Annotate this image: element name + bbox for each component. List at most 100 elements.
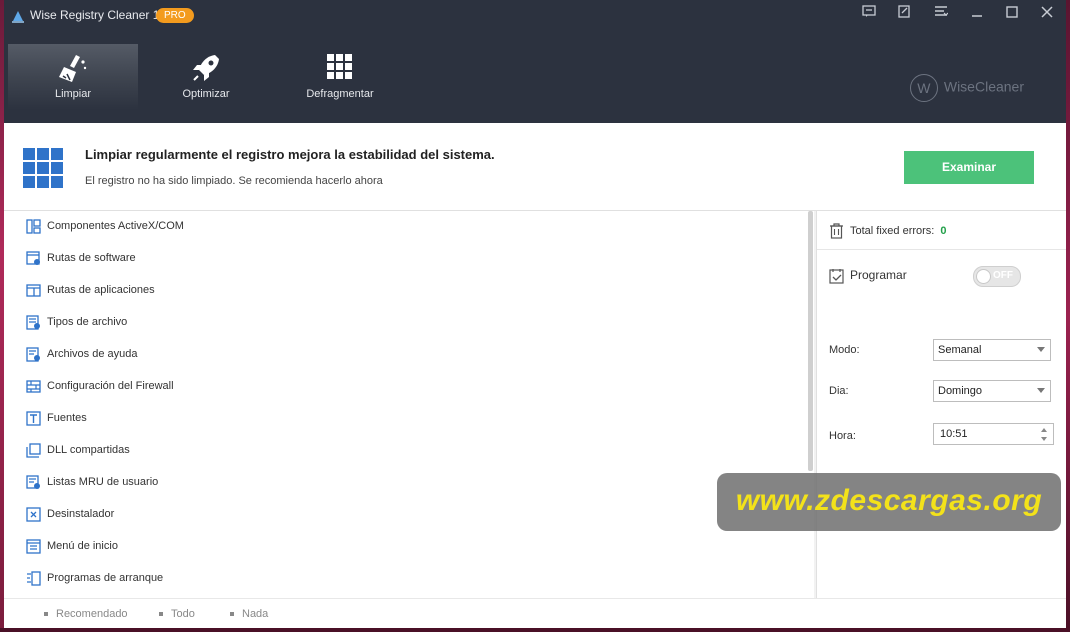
fixed-errors-row: Total fixed errors: 0 [829, 223, 947, 239]
wisecleaner-brand: W WiseCleaner [909, 74, 1024, 102]
title-bar[interactable]: Wise Registry Cleaner 11 PRO [4, 0, 1066, 30]
tab-defragmentar-label: Defragmentar [306, 88, 374, 100]
banner-title: Limpiar regularmente el registro mejora … [85, 147, 495, 162]
category-label: Rutas de aplicaciones [47, 284, 155, 296]
time-stepper[interactable]: 10:51 [933, 423, 1054, 445]
tab-optimizar[interactable]: Optimizar [141, 44, 271, 110]
scan-button[interactable]: Examinar [904, 151, 1034, 184]
time-label: Hora: [829, 430, 856, 442]
dll-icon [26, 443, 41, 458]
schedule-toggle[interactable]: OFF [973, 266, 1021, 287]
bullet-icon [44, 612, 48, 617]
mru-icon [26, 475, 40, 489]
select-recommended[interactable]: Recomendado [44, 608, 128, 620]
feedback-icon[interactable] [856, 4, 882, 24]
brand-name: WiseCleaner [943, 78, 1024, 95]
category-label: DLL compartidas [47, 444, 130, 456]
category-item[interactable]: DLL compartidas [4, 435, 794, 467]
schedule-row: Programar [829, 268, 907, 284]
category-label: Archivos de ayuda [47, 348, 138, 360]
schedule-check-icon [829, 269, 844, 284]
file-type-icon [26, 315, 40, 330]
mode-value: Semanal [938, 344, 982, 356]
minimize-icon[interactable] [964, 4, 990, 24]
spin-up-icon[interactable] [1041, 428, 1047, 432]
toggle-state: OFF [993, 270, 1013, 281]
category-item[interactable]: Archivos de ayuda [4, 339, 794, 371]
menu-icon[interactable] [928, 4, 954, 24]
app-path-icon [26, 284, 41, 297]
header: Wise Registry Cleaner 11 PRO Limpiar Opt… [4, 0, 1066, 123]
spin-down-icon[interactable] [1041, 437, 1047, 441]
bullet-icon [230, 612, 234, 617]
app-title: Wise Registry Cleaner 11 [30, 8, 166, 22]
selection-footer: Recomendado Todo Nada [4, 598, 1066, 629]
registry-grid-icon [23, 148, 63, 188]
tab-limpiar-label: Limpiar [54, 88, 92, 100]
startup-icon [27, 571, 41, 586]
time-value: 10:51 [940, 428, 968, 440]
software-path-icon [26, 251, 40, 265]
category-label: Fuentes [47, 412, 87, 424]
bullet-icon [159, 612, 163, 617]
mode-select[interactable]: Semanal [933, 339, 1051, 361]
category-label: Componentes ActiveX/COM [47, 220, 184, 232]
tab-optimizar-label: Optimizar [182, 88, 230, 100]
category-list: Componentes ActiveX/COM Rutas de softwar… [4, 211, 814, 598]
start-menu-icon [26, 539, 41, 554]
scrollbar[interactable] [808, 211, 813, 471]
mode-label: Modo: [829, 344, 860, 356]
status-banner: Limpiar regularmente el registro mejora … [4, 123, 1066, 211]
uninstaller-icon [26, 507, 41, 522]
category-item[interactable]: Componentes ActiveX/COM [4, 211, 794, 243]
category-label: Menú de inicio [47, 540, 118, 552]
category-item[interactable]: Tipos de archivo [4, 307, 794, 339]
separator [817, 249, 1066, 250]
category-item[interactable]: Listas MRU de usuario [4, 467, 794, 499]
chevron-down-icon [1037, 388, 1045, 393]
maximize-icon[interactable] [999, 4, 1025, 24]
toggle-knob [976, 269, 991, 284]
day-select[interactable]: Domingo [933, 380, 1051, 402]
category-item[interactable]: Configuración del Firewall [4, 371, 794, 403]
category-item[interactable]: Rutas de software [4, 243, 794, 275]
app-window: Wise Registry Cleaner 11 PRO Limpiar Opt… [0, 0, 1070, 632]
category-item[interactable]: Programas de arranque [4, 563, 794, 595]
banner-subtitle: El registro no ha sido limpiado. Se reco… [85, 175, 383, 187]
firewall-icon [26, 380, 41, 393]
chevron-down-icon [1037, 347, 1045, 352]
help-file-icon [26, 347, 40, 362]
category-label: Tipos de archivo [47, 316, 128, 328]
select-all[interactable]: Todo [159, 608, 195, 620]
select-recommended-label: Recomendado [56, 608, 128, 620]
defrag-grid-icon [327, 54, 352, 79]
activex-icon [26, 219, 41, 234]
category-item[interactable]: Desinstalador [4, 499, 794, 531]
window-bottom-edge [0, 628, 1070, 632]
category-item[interactable]: Menú de inicio [4, 531, 794, 563]
broom-icon [59, 55, 87, 82]
tab-defragmentar[interactable]: Defragmentar [275, 44, 405, 110]
category-item[interactable]: Rutas de aplicaciones [4, 275, 794, 307]
category-item[interactable]: Fuentes [4, 403, 794, 435]
select-none-label: Nada [242, 608, 269, 620]
app-logo-icon [12, 11, 24, 23]
close-icon[interactable] [1034, 4, 1060, 24]
day-value: Domingo [938, 385, 983, 397]
schedule-label: Programar [850, 268, 907, 283]
category-label: Listas MRU de usuario [47, 476, 159, 488]
watermark: www.zdescargas.org [717, 473, 1061, 531]
tab-limpiar[interactable]: Limpiar [8, 44, 138, 110]
fixed-errors-label: Total fixed errors: [850, 224, 935, 237]
category-label: Programas de arranque [47, 572, 164, 584]
select-none[interactable]: Nada [230, 608, 268, 620]
skin-icon[interactable] [891, 4, 917, 24]
category-label: Configuración del Firewall [47, 380, 174, 392]
trash-icon [830, 223, 843, 239]
category-label: Desinstalador [47, 508, 115, 520]
pro-badge: PRO [156, 8, 194, 23]
rocket-icon [193, 55, 219, 81]
day-label: Dia: [829, 385, 849, 397]
category-label: Rutas de software [47, 252, 136, 264]
wisecleaner-logo-icon: W [909, 74, 938, 102]
